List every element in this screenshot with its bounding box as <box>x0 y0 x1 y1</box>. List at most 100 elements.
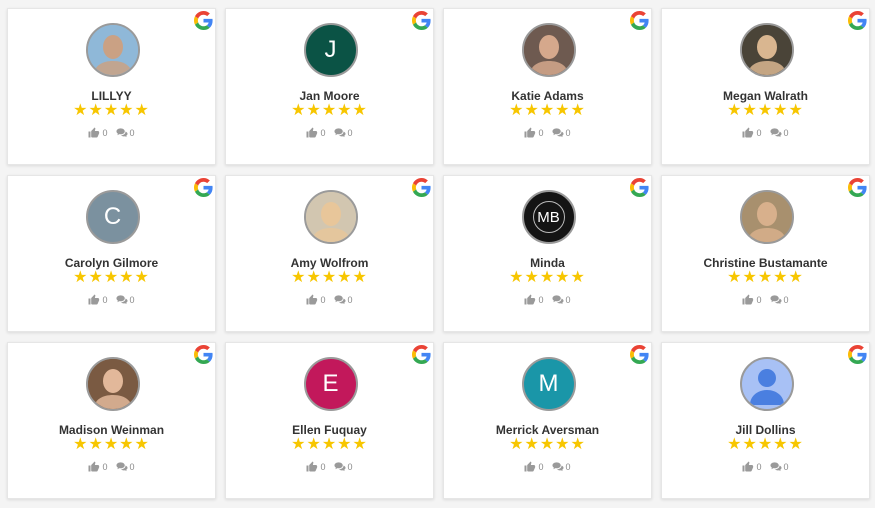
review-card[interactable]: Jill Dollins ★★★★★ 0 0 <box>661 342 870 499</box>
comment-count: 0 <box>783 294 789 305</box>
comment-icon <box>551 128 564 138</box>
avatar: M <box>521 357 576 411</box>
review-card[interactable]: C Carolyn Gilmore ★★★★★ 0 0 <box>7 175 216 332</box>
comment-button[interactable]: 0 <box>769 294 789 305</box>
reviewer-name[interactable]: Jan Moore <box>226 89 433 103</box>
like-button[interactable]: 0 <box>524 127 544 138</box>
like-button[interactable]: 0 <box>88 294 108 305</box>
comment-button[interactable]: 0 <box>769 127 789 138</box>
like-count: 0 <box>756 461 762 472</box>
like-button[interactable]: 0 <box>742 461 762 472</box>
like-button[interactable]: 0 <box>524 294 544 305</box>
reviewer-name[interactable]: Merrick Aversman <box>444 423 651 437</box>
review-meta: 00 <box>444 294 651 305</box>
google-icon <box>630 178 649 197</box>
face-photo-icon <box>305 192 356 242</box>
comment-button[interactable]: 0 <box>769 461 789 472</box>
review-card[interactable]: Megan Walrath ★★★★★ 0 0 <box>661 8 870 165</box>
like-button[interactable]: 0 <box>306 461 326 472</box>
like-count: 0 <box>756 294 762 305</box>
like-button[interactable]: 0 <box>88 461 108 472</box>
stars: ★★★★★ <box>727 269 804 286</box>
reviewer-name[interactable]: Katie Adams <box>444 89 651 103</box>
review-card[interactable]: Madison Weinman ★★★★★ 0 0 <box>7 342 216 499</box>
review-card[interactable]: E Ellen Fuquay ★★★★★ 0 0 <box>225 342 434 499</box>
star-rating: ★★★★★ <box>662 270 869 286</box>
like-count: 0 <box>756 127 762 138</box>
google-icon <box>630 11 649 30</box>
comment-button[interactable]: 0 <box>551 461 571 472</box>
comment-icon <box>551 295 564 305</box>
like-button[interactable]: 0 <box>524 461 544 472</box>
like-button[interactable]: 0 <box>306 127 326 138</box>
comment-count: 0 <box>565 294 571 305</box>
like-button[interactable]: 0 <box>742 127 762 138</box>
review-meta: 00 <box>662 127 869 138</box>
reviews-grid: LILLYY ★★★★★ 0 0 J Jan Moore ★★★★★ 0 0 Katie Adam… <box>7 8 870 499</box>
comment-button[interactable]: 0 <box>333 127 353 138</box>
like-button[interactable]: 0 <box>88 127 108 138</box>
comment-icon <box>769 295 782 305</box>
comment-count: 0 <box>565 127 571 138</box>
reviewer-name[interactable]: Megan Walrath <box>662 89 869 103</box>
comment-count: 0 <box>783 127 789 138</box>
avatar <box>303 190 358 244</box>
like-count: 0 <box>102 294 108 305</box>
comment-count: 0 <box>129 127 135 138</box>
review-card[interactable]: Christine Bustamante ★★★★★ 0 0 <box>661 175 870 332</box>
reviewer-name[interactable]: Carolyn Gilmore <box>8 256 215 270</box>
like-count: 0 <box>102 127 108 138</box>
avatar <box>85 23 140 77</box>
like-icon <box>524 294 536 305</box>
reviewer-name[interactable]: Minda <box>444 256 651 270</box>
reviewer-name[interactable]: Christine Bustamante <box>662 256 869 270</box>
comment-button[interactable]: 0 <box>333 294 353 305</box>
reviewer-name[interactable]: Madison Weinman <box>8 423 215 437</box>
like-button[interactable]: 0 <box>306 294 326 305</box>
star-rating: ★★★★★ <box>226 270 433 286</box>
comment-button[interactable]: 0 <box>115 294 135 305</box>
comment-icon <box>115 295 128 305</box>
face-photo-icon <box>741 25 792 75</box>
avatar-initial: M <box>538 370 559 397</box>
avatar: E <box>303 357 358 411</box>
avatar-initial: E <box>322 370 339 397</box>
review-card[interactable]: J Jan Moore ★★★★★ 0 0 <box>225 8 434 165</box>
like-count: 0 <box>320 461 326 472</box>
stars: ★★★★★ <box>291 102 368 119</box>
comment-icon <box>769 462 782 472</box>
comment-button[interactable]: 0 <box>333 461 353 472</box>
review-card[interactable]: MB Minda ★★★★★ 0 0 <box>443 175 652 332</box>
review-meta: 00 <box>226 127 433 138</box>
review-card[interactable]: M Merrick Aversman ★★★★★ 0 0 <box>443 342 652 499</box>
stars: ★★★★★ <box>727 436 804 453</box>
face-photo-icon <box>523 25 574 75</box>
stars: ★★★★★ <box>509 269 586 286</box>
reviewer-name[interactable]: Amy Wolfrom <box>226 256 433 270</box>
comment-button[interactable]: 0 <box>551 294 571 305</box>
like-icon <box>742 461 754 472</box>
review-card[interactable]: Katie Adams ★★★★★ 0 0 <box>443 8 652 165</box>
google-icon <box>848 178 867 197</box>
like-icon <box>88 127 100 138</box>
comment-button[interactable]: 0 <box>551 127 571 138</box>
reviewer-name[interactable]: Ellen Fuquay <box>226 423 433 437</box>
avatar-initial: C <box>103 203 122 230</box>
like-button[interactable]: 0 <box>742 294 762 305</box>
face-photo-icon <box>741 192 792 242</box>
stars: ★★★★★ <box>73 269 150 286</box>
comment-count: 0 <box>129 461 135 472</box>
comment-button[interactable]: 0 <box>115 461 135 472</box>
review-card[interactable]: LILLYY ★★★★★ 0 0 <box>7 8 216 165</box>
avatar: J <box>303 23 358 77</box>
reviewer-name[interactable]: LILLYY <box>8 89 215 103</box>
stars: ★★★★★ <box>73 102 150 119</box>
review-card[interactable]: Amy Wolfrom ★★★★★ 0 0 <box>225 175 434 332</box>
reviewer-name[interactable]: Jill Dollins <box>662 423 869 437</box>
face-photo-icon <box>87 359 138 409</box>
comment-button[interactable]: 0 <box>115 127 135 138</box>
like-count: 0 <box>538 127 544 138</box>
google-icon <box>412 178 431 197</box>
like-icon <box>306 127 318 138</box>
like-icon <box>742 294 754 305</box>
